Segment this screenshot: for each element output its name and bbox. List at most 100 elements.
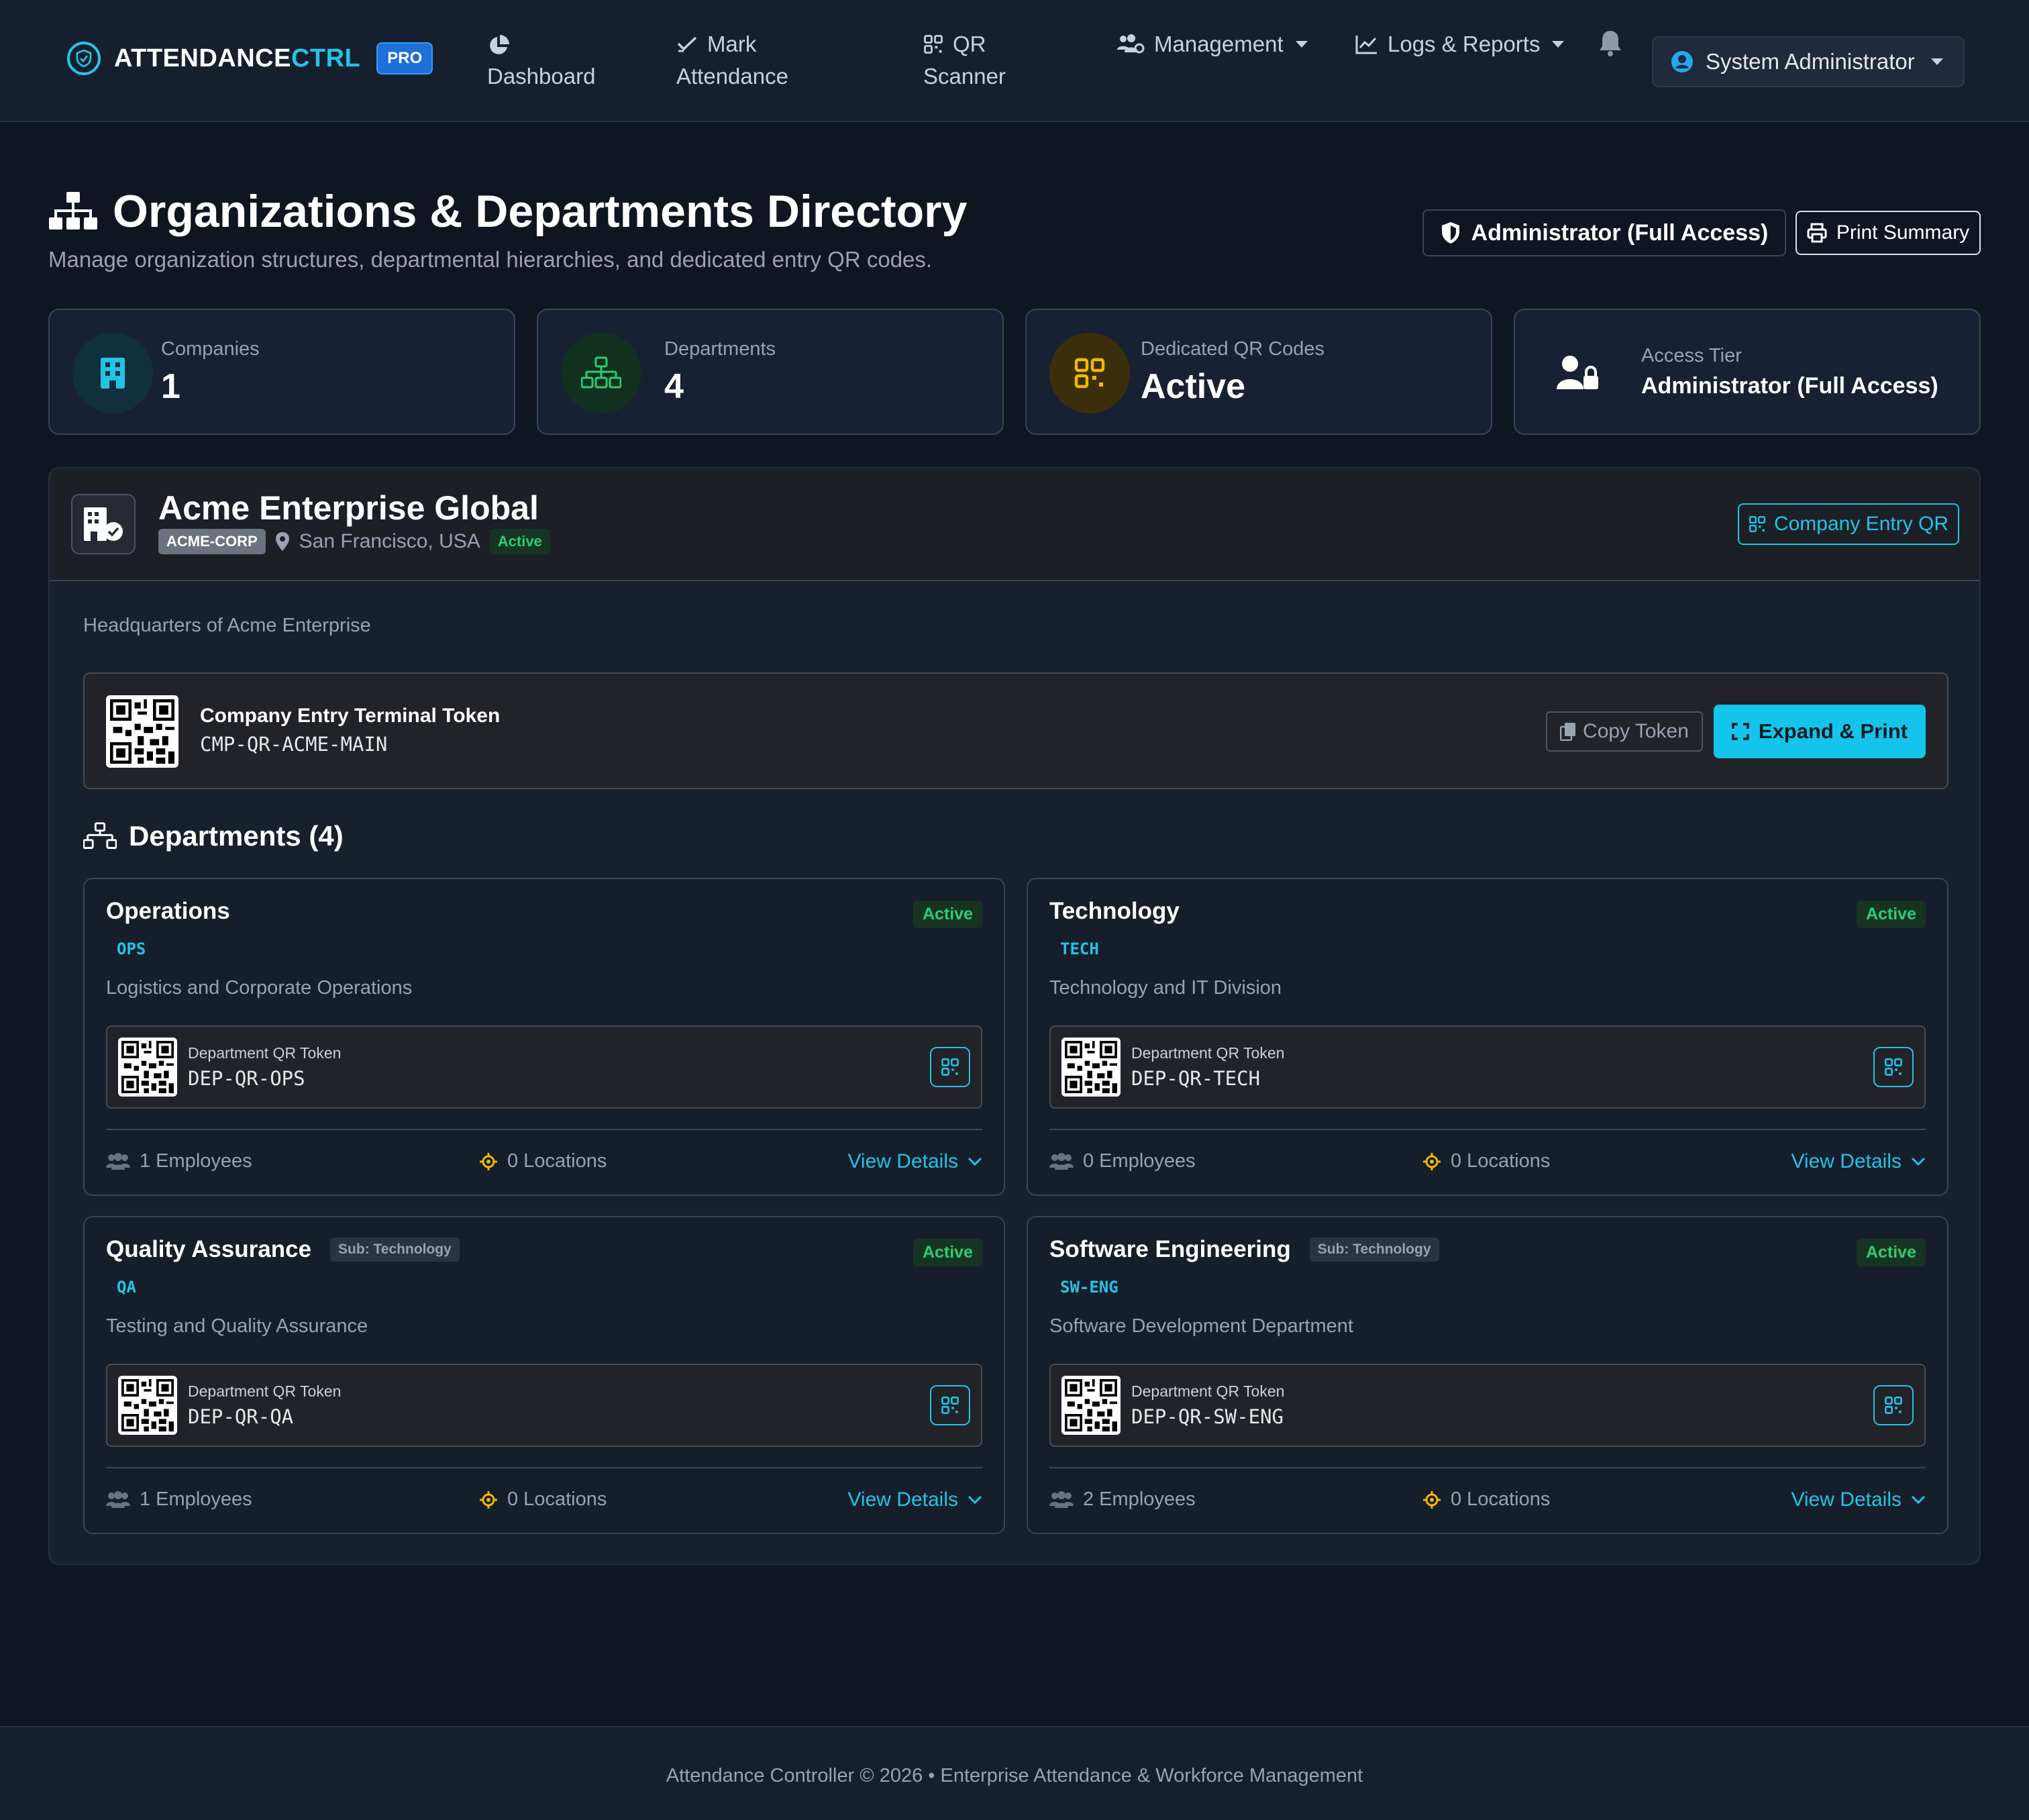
sitemap-icon (48, 191, 98, 232)
department-name: Quality Assurance (106, 1236, 312, 1262)
view-details-link[interactable]: View Details (847, 1150, 982, 1173)
nav-mark-attendance[interactable]: Mark Attendance (676, 28, 788, 93)
nav-mark-label-2: Attendance (676, 64, 788, 89)
user-menu-button[interactable]: System Administrator (1652, 36, 1965, 87)
qr-code-image (106, 695, 178, 768)
users-icon (1049, 1490, 1074, 1509)
department-description: Software Development Department (1049, 1315, 1353, 1337)
parent-department-badge: Sub: Technology (1309, 1237, 1439, 1262)
user-circle-icon (1671, 50, 1694, 73)
company-code-badge: ACME-CORP (158, 529, 266, 554)
departments-heading-label: Departments (4) (129, 820, 344, 852)
department-token-box: Department QR Token DEP-QR-QA (106, 1364, 982, 1447)
status-badge: Active (913, 1239, 982, 1266)
qr-icon (1049, 333, 1130, 413)
employee-count-label: 1 Employees (140, 1488, 252, 1510)
department-code: SW-ENG (1060, 1278, 1118, 1297)
qr-code-image (118, 1376, 177, 1435)
print-summary-label: Print Summary (1836, 221, 1970, 244)
stat-label: Companies (161, 338, 260, 360)
building-check-icon (71, 494, 136, 554)
nav-management-label: Management (1154, 32, 1284, 56)
location-count-label: 0 Locations (507, 1150, 607, 1172)
users-gear-icon (1116, 34, 1145, 55)
location-count: 0 Locations (1422, 1488, 1550, 1511)
expand-print-label: Expand & Print (1758, 719, 1908, 743)
access-level-label: Administrator (Full Access) (1471, 219, 1769, 246)
department-qr-button[interactable] (1873, 1047, 1914, 1087)
chevron-down-icon (1911, 1495, 1926, 1505)
qr-code-image (118, 1038, 177, 1097)
qr-icon (923, 34, 943, 54)
view-details-link[interactable]: View Details (1791, 1488, 1926, 1511)
nav-logs-reports[interactable]: Logs & Reports (1355, 28, 1565, 60)
pro-badge: PRO (376, 42, 433, 74)
qr-icon (1885, 1058, 1902, 1076)
chevron-down-icon (1552, 41, 1565, 48)
department-qr-button[interactable] (1873, 1385, 1914, 1425)
chevron-down-icon (1295, 41, 1308, 48)
view-details-label: View Details (1791, 1150, 1902, 1172)
token-label: Department QR Token (188, 1044, 342, 1062)
nav-qr-label-2: Scanner (923, 64, 1006, 89)
nav-logs-label: Logs & Reports (1388, 32, 1541, 56)
qr-code-image (1061, 1038, 1121, 1097)
bell-icon[interactable] (1597, 28, 1624, 58)
department-description: Logistics and Corporate Operations (106, 977, 413, 999)
stat-value: Active (1141, 367, 1246, 406)
crosshair-icon (479, 1490, 498, 1509)
brand[interactable]: ATTENDANCECTRL PRO (67, 42, 433, 75)
stat-card-departments: Departments 4 (537, 309, 1004, 435)
qr-icon (941, 1058, 959, 1076)
view-details-link[interactable]: View Details (1791, 1150, 1926, 1173)
qr-icon (1885, 1397, 1902, 1414)
status-badge: Active (913, 901, 982, 928)
department-card: Quality Assurance Sub: Technology Active … (83, 1216, 1005, 1534)
location-count-label: 0 Locations (1451, 1150, 1551, 1172)
nav-dashboard[interactable]: Dashboard (487, 28, 595, 93)
map-pin-icon (275, 532, 290, 552)
status-badge: Active (1856, 1239, 1926, 1266)
check-icon (676, 34, 698, 54)
department-name: Technology (1049, 898, 1180, 924)
chevron-down-icon (968, 1495, 982, 1505)
stat-label: Access Tier (1641, 345, 1742, 366)
divider (106, 1129, 982, 1130)
stat-card-qr-codes: Dedicated QR Codes Active (1025, 309, 1492, 435)
printer-icon (1807, 223, 1827, 243)
location-count: 0 Locations (479, 1488, 607, 1511)
department-code: TECH (1060, 940, 1099, 958)
print-summary-button[interactable]: Print Summary (1796, 211, 1981, 255)
nav-qr-scanner[interactable]: QR Scanner (923, 28, 1006, 93)
stat-card-access-tier: Access Tier Administrator (Full Access) (1514, 309, 1981, 435)
token-label: Department QR Token (1131, 1382, 1285, 1400)
page-heading: Organizations & Departments Directory (113, 186, 968, 237)
pie-chart-icon (487, 34, 510, 57)
token-label: Department QR Token (1131, 1044, 1285, 1062)
token-value: DEP-QR-QA (188, 1405, 294, 1428)
nav-mark-label-1: Mark (707, 32, 757, 56)
department-description: Technology and IT Division (1049, 977, 1282, 999)
nav-management[interactable]: Management (1116, 28, 1308, 60)
company-description: Headquarters of Acme Enterprise (83, 615, 371, 636)
nav-dashboard-label: Dashboard (487, 64, 596, 89)
department-code: OPS (117, 940, 146, 958)
company-entry-qr-button[interactable]: Company Entry QR (1738, 503, 1959, 545)
department-qr-button[interactable] (930, 1047, 970, 1087)
location-count-label: 0 Locations (1451, 1488, 1551, 1510)
users-icon (106, 1152, 130, 1170)
access-level-button[interactable]: Administrator (Full Access) (1422, 209, 1786, 256)
view-details-link[interactable]: View Details (847, 1488, 982, 1511)
expand-print-button[interactable]: Expand & Print (1714, 705, 1926, 758)
shield-icon (1441, 221, 1461, 244)
stat-label: Dedicated QR Codes (1141, 338, 1325, 360)
view-details-label: View Details (847, 1150, 958, 1172)
parent-department-badge: Sub: Technology (330, 1237, 460, 1262)
user-lock-icon (1538, 333, 1618, 413)
chevron-down-icon (1911, 1157, 1926, 1166)
chevron-down-icon (1930, 58, 1943, 65)
token-title: Company Entry Terminal Token (200, 705, 501, 727)
department-qr-button[interactable] (930, 1385, 970, 1425)
copy-token-button[interactable]: Copy Token (1546, 711, 1703, 752)
company-name: Acme Enterprise Global (158, 489, 539, 527)
